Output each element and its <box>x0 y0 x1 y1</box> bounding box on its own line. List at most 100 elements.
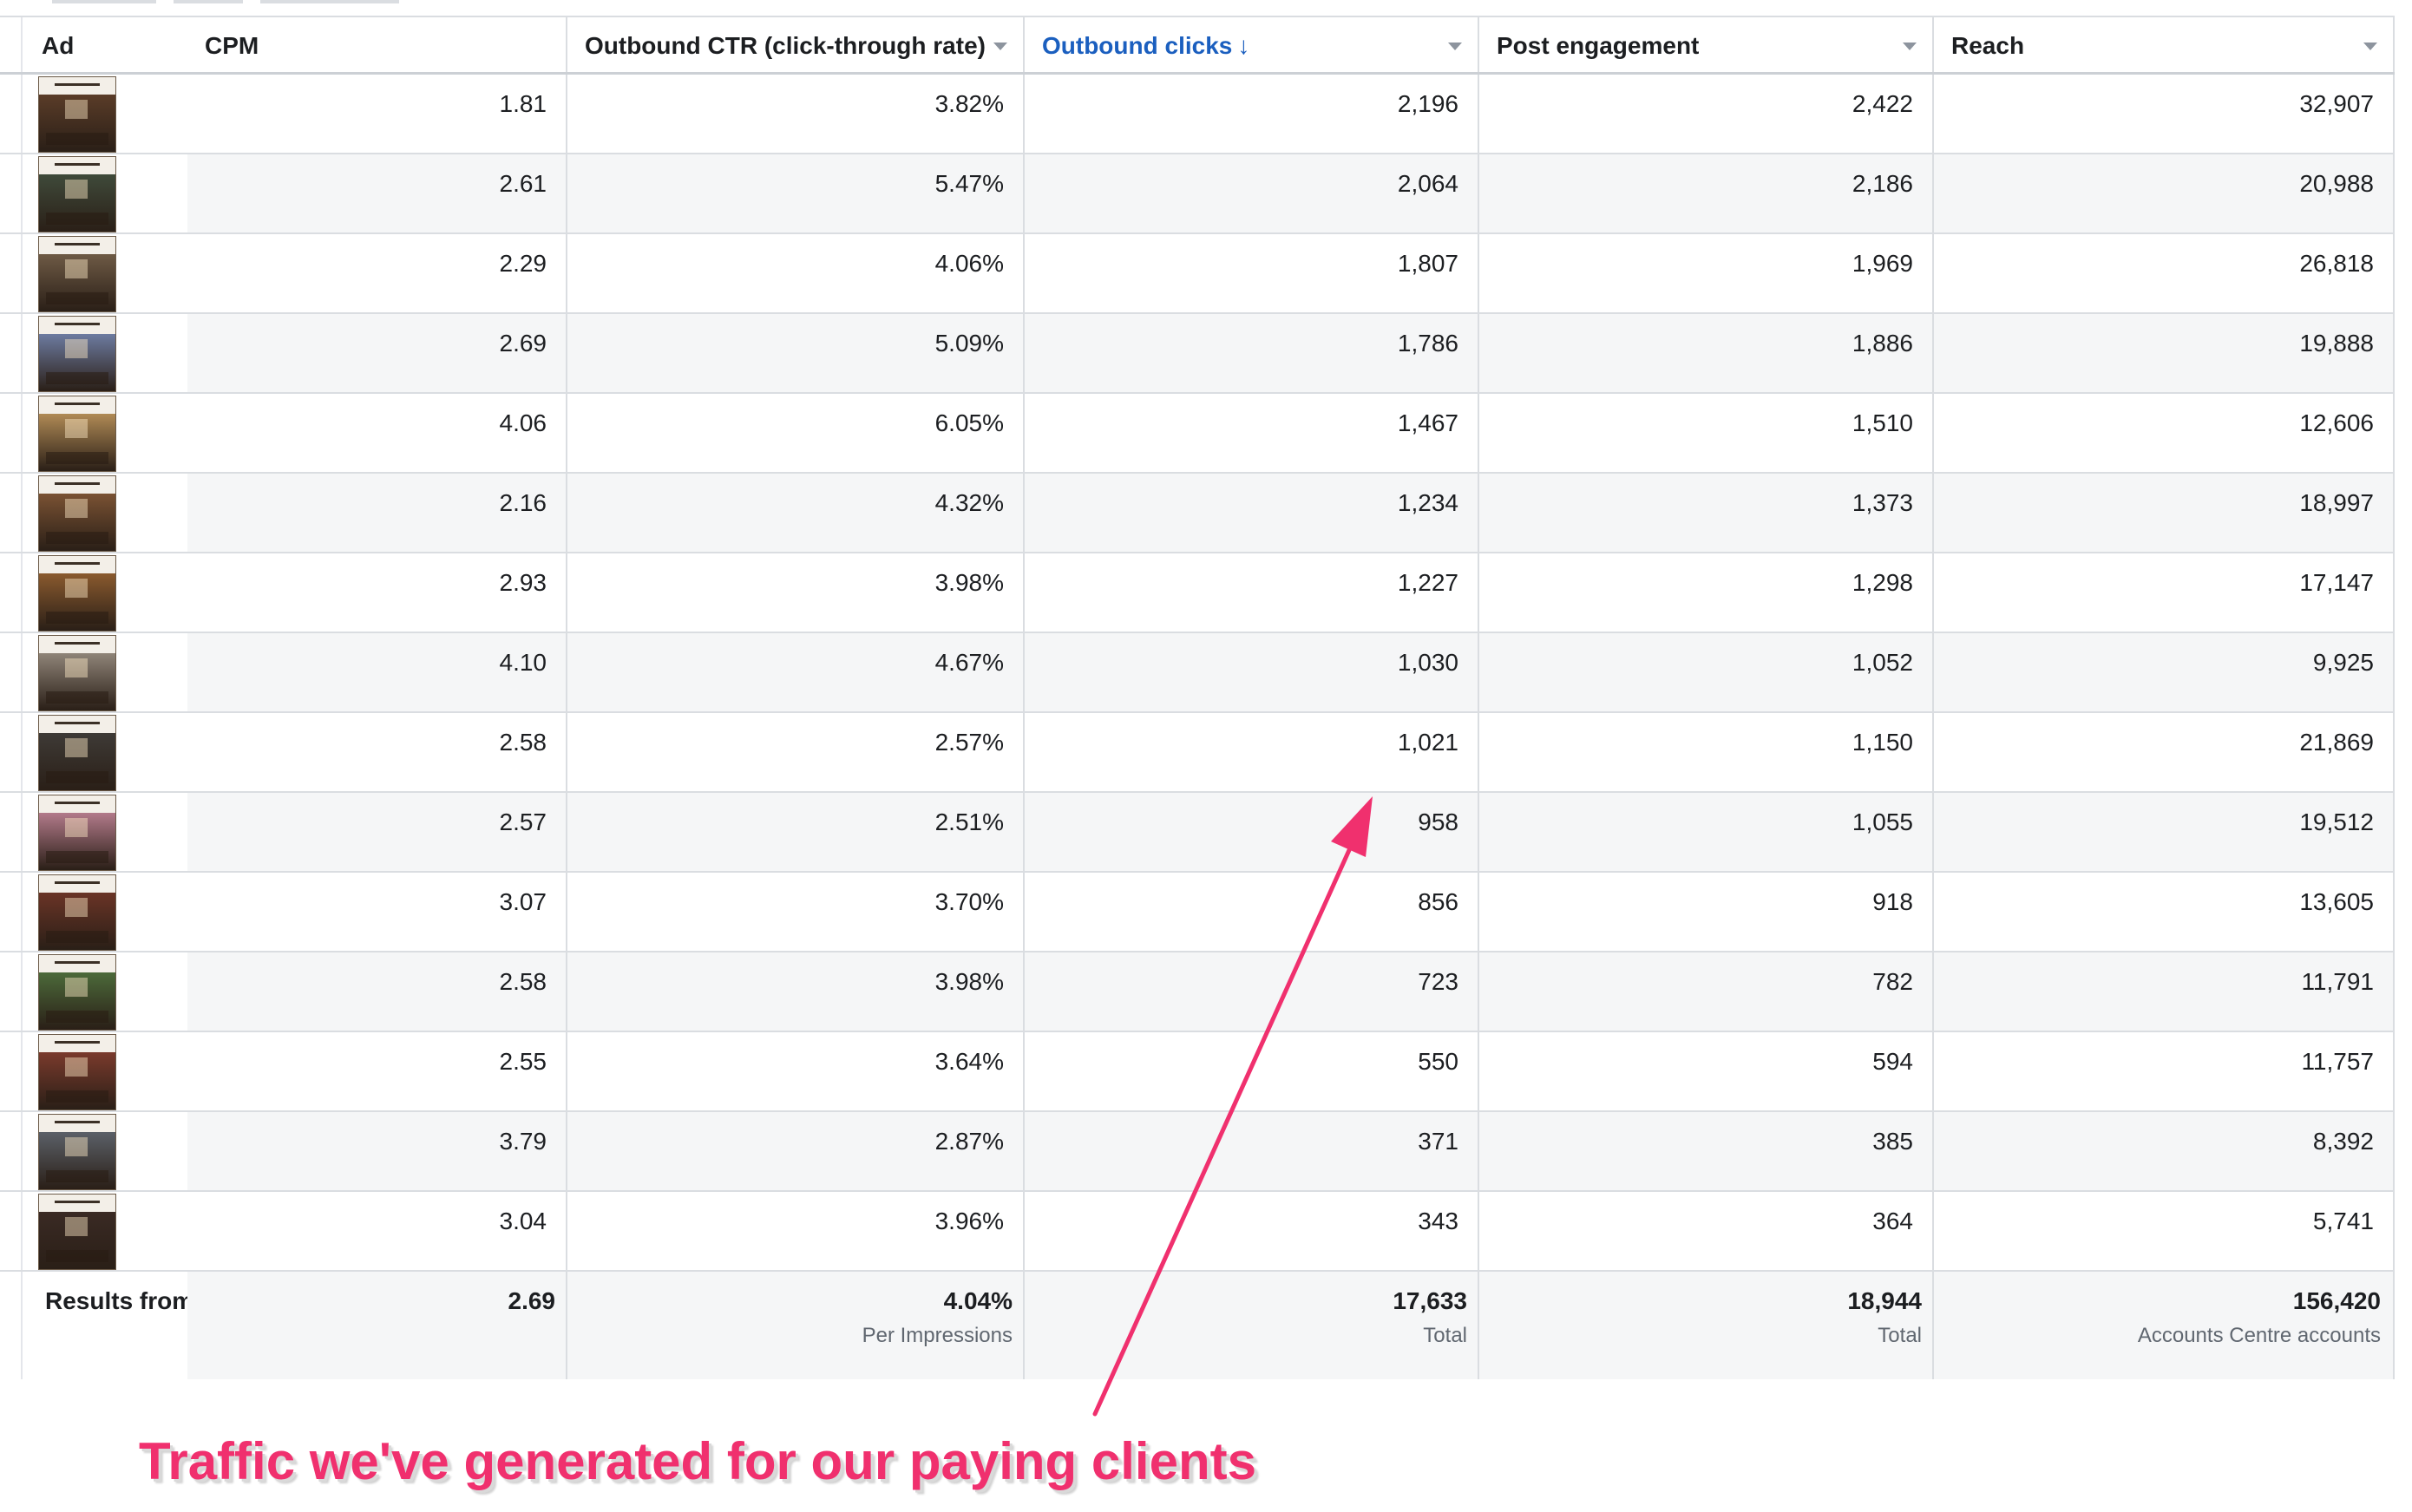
ad-thumbnail[interactable] <box>38 316 116 392</box>
outbound-clicks-cell: 1,021 <box>1025 713 1479 791</box>
row-select-cell <box>0 154 23 232</box>
ad-cell <box>23 553 187 632</box>
chevron-down-icon[interactable] <box>993 43 1007 50</box>
table-row[interactable]: 2.57 2.51% 958 1,055 19,512 <box>0 793 2395 873</box>
ad-thumbnail-title-band <box>39 875 115 893</box>
ad-thumbnail[interactable] <box>38 156 116 232</box>
ad-thumbnail-image <box>39 1052 115 1109</box>
post-engagement-cell: 1,969 <box>1479 234 1934 312</box>
post-engagement-cell: 1,510 <box>1479 394 1934 472</box>
column-header-label: Reach <box>1951 32 2025 59</box>
row-select-cell <box>0 474 23 552</box>
total-reach-value: 156,420 <box>2292 1287 2381 1314</box>
ad-thumbnail-image <box>39 893 115 950</box>
reach-cell: 18,997 <box>1934 474 2395 552</box>
ad-thumbnail-title-band <box>39 396 115 414</box>
column-header-outbound-clicks[interactable]: Outbound clicks ↓ <box>1025 17 1479 72</box>
outbound-clicks-cell: 1,786 <box>1025 314 1479 392</box>
ad-cell <box>23 793 187 871</box>
table-row[interactable]: 2.61 5.47% 2,064 2,186 20,988 <box>0 154 2395 234</box>
ad-thumbnail[interactable] <box>38 1194 116 1270</box>
sort-descending-icon[interactable]: ↓ <box>1237 17 1249 75</box>
column-header-reach[interactable]: Reach <box>1934 17 2395 72</box>
ad-thumbnail-title-band <box>39 77 115 95</box>
row-select-cell <box>0 1112 23 1190</box>
table-row[interactable]: 3.07 3.70% 856 918 13,605 <box>0 873 2395 952</box>
ad-thumbnail[interactable] <box>38 475 116 552</box>
ad-thumbnail-image <box>39 1132 115 1189</box>
outbound-clicks-cell: 343 <box>1025 1192 1479 1270</box>
chevron-down-icon[interactable] <box>1903 43 1917 50</box>
outbound-ctr-cell: 3.82% <box>567 75 1025 153</box>
table-row[interactable]: 4.06 6.05% 1,467 1,510 12,606 <box>0 394 2395 474</box>
total-reach: 156,420 Accounts Centre accounts <box>1934 1272 2395 1379</box>
ad-cell <box>23 154 187 232</box>
ad-thumbnail[interactable] <box>38 715 116 791</box>
table-row[interactable]: 2.58 3.98% 723 782 11,791 <box>0 952 2395 1032</box>
ad-thumbnail[interactable] <box>38 795 116 871</box>
post-engagement-cell: 918 <box>1479 873 1934 951</box>
chevron-down-icon[interactable] <box>2363 43 2377 50</box>
table-row[interactable]: 2.93 3.98% 1,227 1,298 17,147 <box>0 553 2395 633</box>
cpm-cell: 2.55 <box>187 1032 567 1110</box>
post-engagement-cell: 1,886 <box>1479 314 1934 392</box>
post-engagement-cell: 1,298 <box>1479 553 1934 632</box>
ad-cell <box>23 474 187 552</box>
outbound-ctr-cell: 4.06% <box>567 234 1025 312</box>
ad-thumbnail[interactable] <box>38 1034 116 1110</box>
ad-thumbnail[interactable] <box>38 396 116 472</box>
column-header-cpm[interactable]: CPM <box>187 17 567 72</box>
ad-cell <box>23 633 187 711</box>
column-header-label: Outbound clicks <box>1042 32 1233 59</box>
total-cpm-value: 2.69 <box>508 1287 556 1314</box>
ads-results-table: Ad CPM Outbound CTR (click-through rate)… <box>0 16 2395 1379</box>
cpm-cell: 3.04 <box>187 1192 567 1270</box>
reach-cell: 5,741 <box>1934 1192 2395 1270</box>
outbound-ctr-cell: 2.87% <box>567 1112 1025 1190</box>
table-row[interactable]: 4.10 4.67% 1,030 1,052 9,925 <box>0 633 2395 713</box>
ad-thumbnail[interactable] <box>38 1114 116 1190</box>
outbound-ctr-cell: 3.98% <box>567 952 1025 1031</box>
table-row[interactable]: 3.04 3.96% 343 364 5,741 <box>0 1192 2395 1272</box>
column-header-ad[interactable]: Ad <box>23 17 187 72</box>
ad-thumbnail[interactable] <box>38 954 116 1031</box>
table-row[interactable]: 3.79 2.87% 371 385 8,392 <box>0 1112 2395 1192</box>
reach-cell: 19,888 <box>1934 314 2395 392</box>
column-header-outbound-ctr[interactable]: Outbound CTR (click-through rate) <box>567 17 1025 72</box>
ad-thumbnail[interactable] <box>38 236 116 312</box>
ad-cell <box>23 234 187 312</box>
outbound-clicks-cell: 1,467 <box>1025 394 1479 472</box>
outbound-clicks-cell: 371 <box>1025 1112 1479 1190</box>
ad-thumbnail-image <box>39 573 115 631</box>
ad-thumbnail-title-band <box>39 1195 115 1212</box>
ad-thumbnail[interactable] <box>38 635 116 711</box>
row-select-cell <box>0 1192 23 1270</box>
cpm-cell: 4.06 <box>187 394 567 472</box>
cpm-cell: 3.07 <box>187 873 567 951</box>
table-row[interactable]: 2.69 5.09% 1,786 1,886 19,888 <box>0 314 2395 394</box>
outbound-ctr-cell: 6.05% <box>567 394 1025 472</box>
total-clicks-value: 17,633 <box>1393 1287 1467 1314</box>
cpm-cell: 4.10 <box>187 633 567 711</box>
chevron-down-icon[interactable] <box>1448 43 1462 50</box>
ad-thumbnail[interactable] <box>38 555 116 632</box>
total-outbound-clicks: 17,633 Total <box>1025 1272 1479 1379</box>
column-header-post-engagement[interactable]: Post engagement <box>1479 17 1934 72</box>
ad-thumbnail[interactable] <box>38 874 116 951</box>
table-header-row: Ad CPM Outbound CTR (click-through rate)… <box>0 17 2395 75</box>
total-post-engagement: 18,944 Total <box>1479 1272 1934 1379</box>
total-reach-subtext: Accounts Centre accounts <box>2137 1324 2381 1347</box>
top-toolbar-strip <box>0 0 2412 16</box>
ad-thumbnail[interactable] <box>38 76 116 153</box>
table-row[interactable]: 2.29 4.06% 1,807 1,969 26,818 <box>0 234 2395 314</box>
table-row[interactable]: 2.16 4.32% 1,234 1,373 18,997 <box>0 474 2395 553</box>
table-row[interactable]: 1.81 3.82% 2,196 2,422 32,907 <box>0 75 2395 154</box>
total-engagement-value: 18,944 <box>1847 1287 1922 1314</box>
outbound-clicks-cell: 1,030 <box>1025 633 1479 711</box>
table-row[interactable]: 2.58 2.57% 1,021 1,150 21,869 <box>0 713 2395 793</box>
table-row[interactable]: 2.55 3.64% 550 594 11,757 <box>0 1032 2395 1112</box>
ad-cell <box>23 314 187 392</box>
totals-label: Results from <box>23 1272 193 1379</box>
ad-thumbnail-title-band <box>39 237 115 254</box>
ad-cell <box>23 1032 187 1110</box>
